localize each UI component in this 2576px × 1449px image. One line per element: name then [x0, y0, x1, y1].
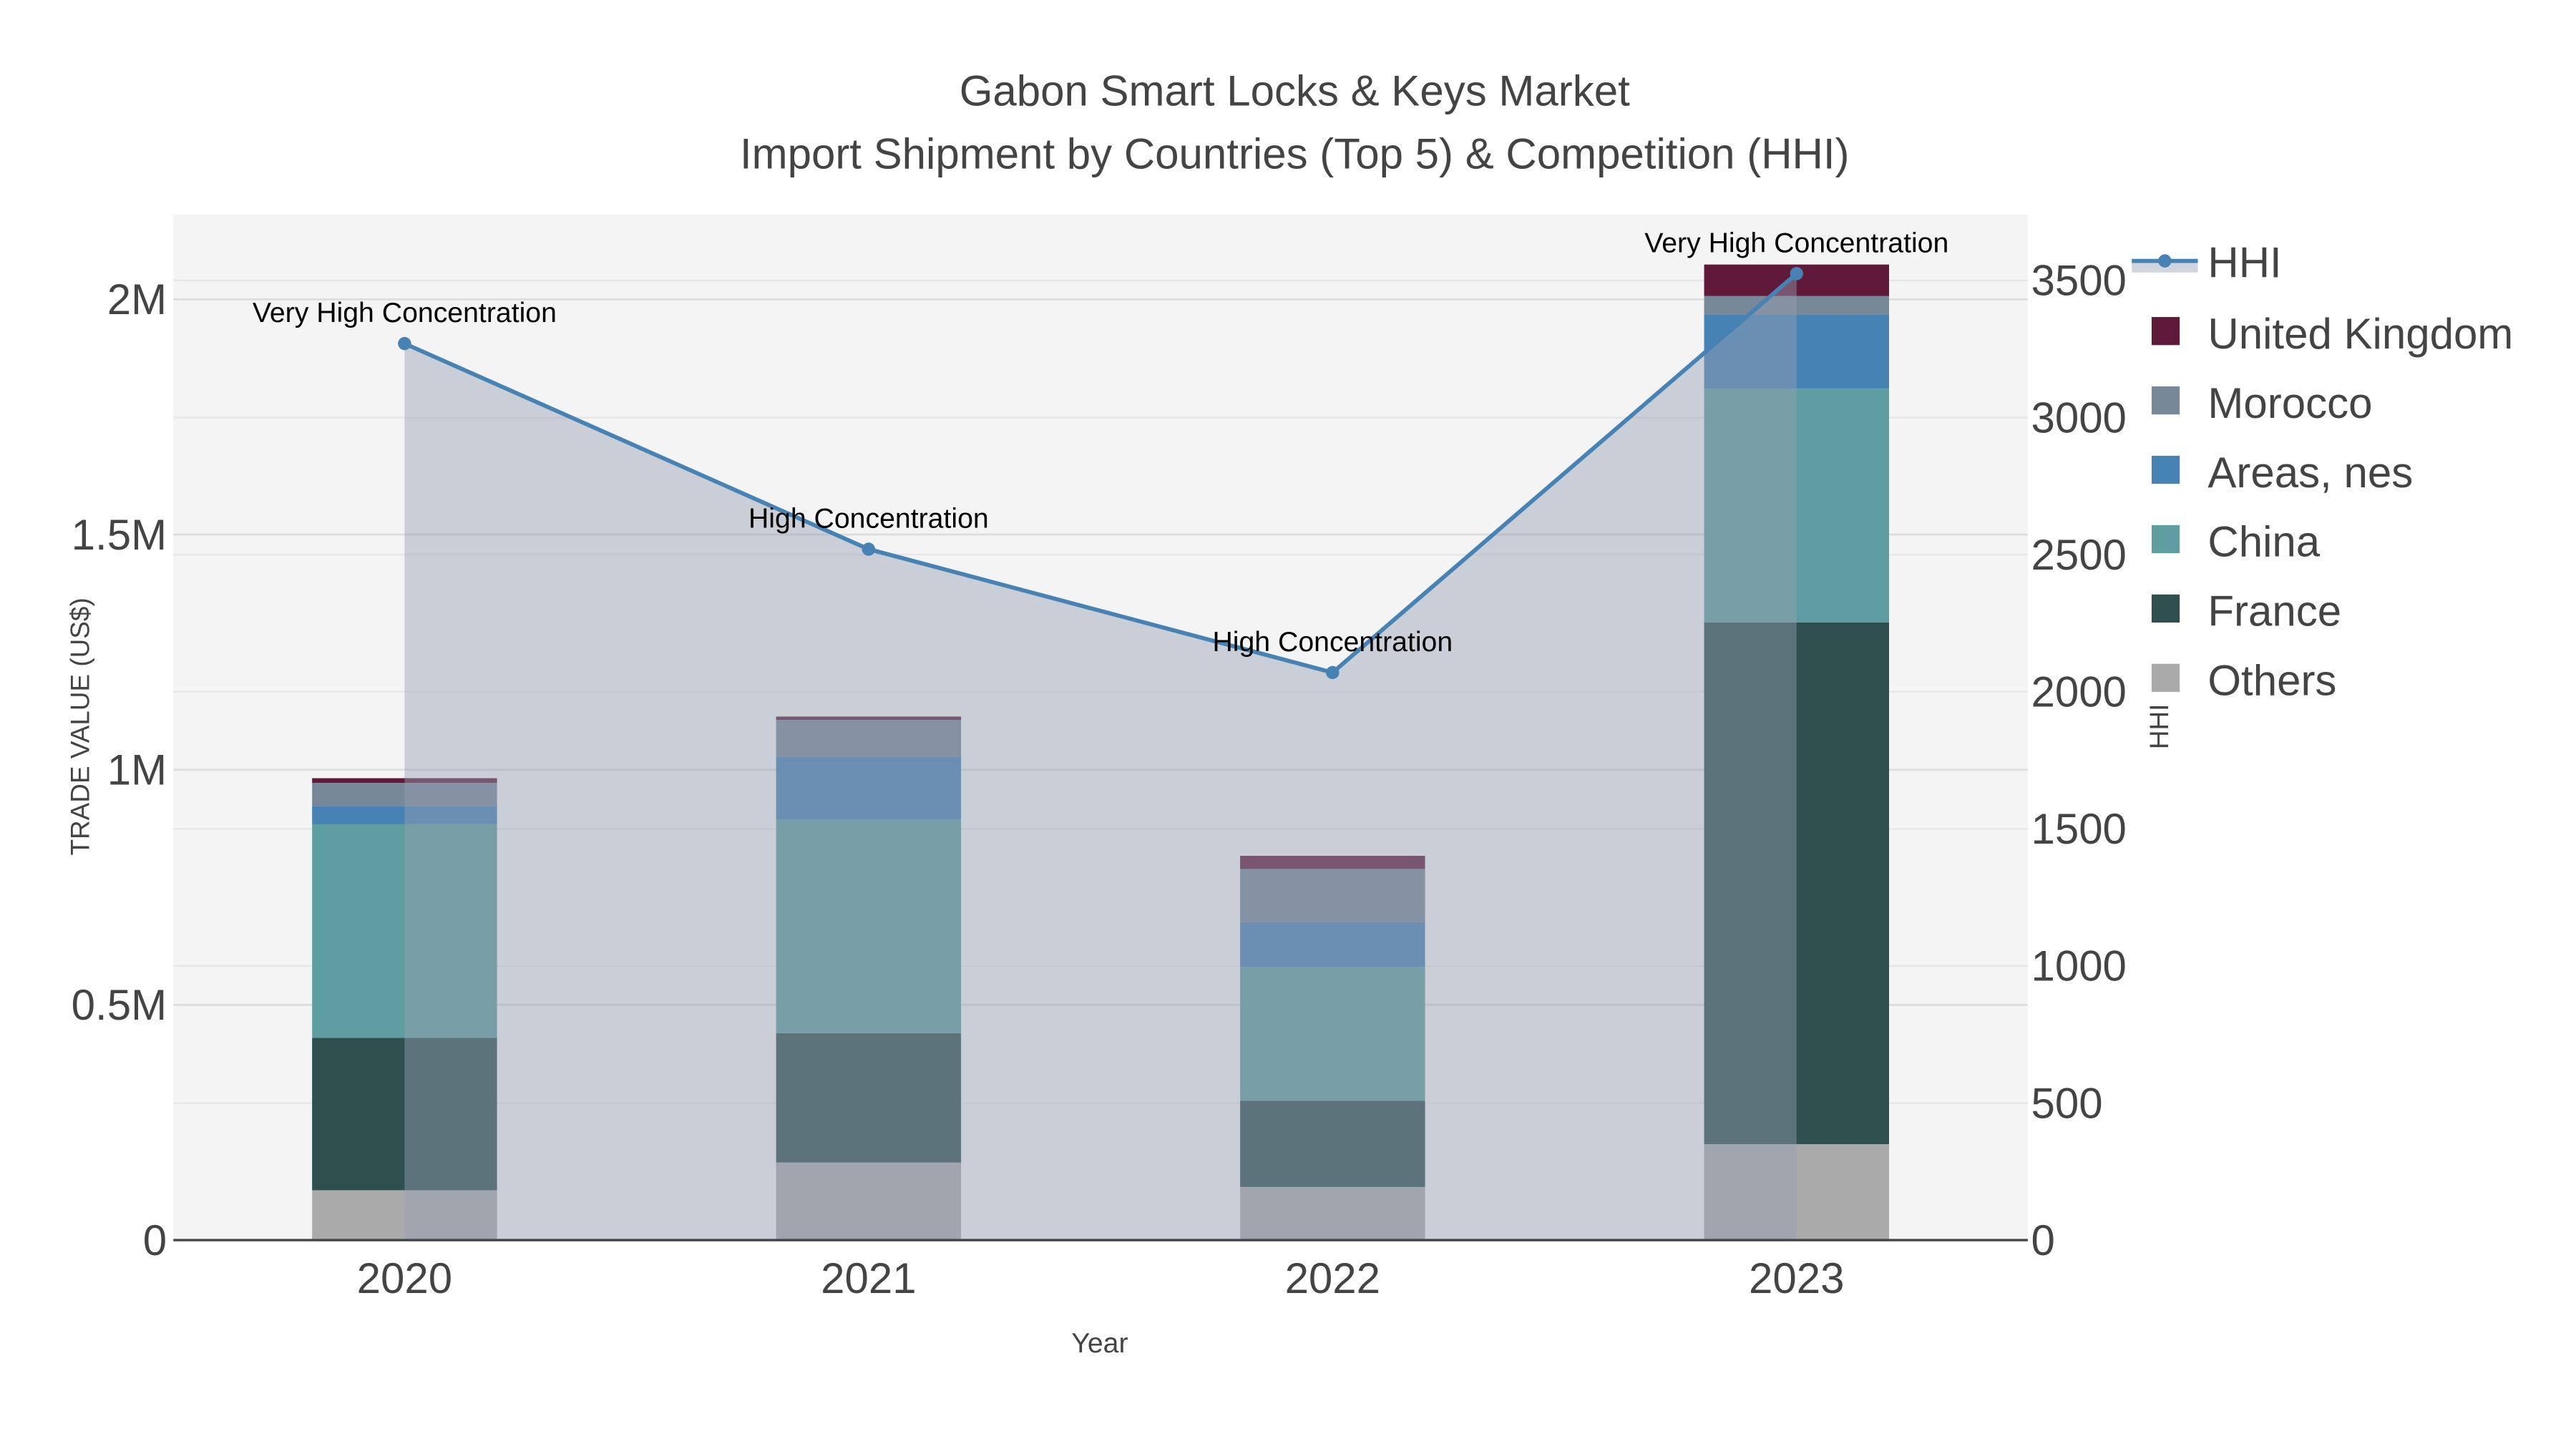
y-tick-label: 0.5M — [72, 981, 167, 1029]
legend-hhi-marker — [2158, 254, 2172, 268]
legend-swatch — [2151, 594, 2180, 623]
hhi-point — [1326, 665, 1340, 680]
x-tick-label: 2022 — [1285, 1254, 1380, 1302]
x-axis-label: Year — [1071, 1327, 1128, 1359]
y2-tick-label: 500 — [2031, 1079, 2102, 1127]
chart-subtitle: Import Shipment by Countries (Top 5) & C… — [740, 130, 1850, 177]
y2-axis-label: HHI — [2145, 704, 2174, 750]
y2-tick-label: 1000 — [2031, 942, 2126, 990]
hhi-point — [862, 542, 876, 556]
x-tick-label: 2023 — [1749, 1254, 1844, 1302]
legend-swatch — [2151, 317, 2180, 346]
legend-swatch — [2151, 386, 2180, 415]
y-tick-label: 2M — [107, 275, 167, 323]
y2-tick-label: 2000 — [2031, 668, 2126, 716]
legend-item[interactable]: Areas, nes — [2207, 449, 2413, 497]
x-tick-label: 2020 — [357, 1254, 452, 1302]
hhi-annotation: High Concentration — [748, 502, 989, 534]
legend-item[interactable]: China — [2207, 518, 2320, 566]
legend-item[interactable]: United Kingdom — [2207, 310, 2513, 358]
hhi-annotation: Very High Concentration — [253, 297, 557, 328]
y-tick-label: 1M — [107, 746, 167, 794]
y-axis-label: TRADE VALUE (US$) — [66, 597, 95, 855]
legend-item-hhi[interactable]: HHI — [2207, 239, 2281, 287]
hhi-point — [1790, 267, 1803, 280]
hhi-annotation: High Concentration — [1212, 626, 1453, 658]
legend-item[interactable]: Others — [2207, 657, 2336, 705]
legend-item[interactable]: Morocco — [2207, 379, 2372, 427]
y2-tick-label: 0 — [2031, 1216, 2054, 1264]
y2-tick-label: 3500 — [2031, 257, 2126, 305]
y-tick-label: 0 — [143, 1216, 167, 1264]
y2-tick-label: 1500 — [2031, 805, 2126, 853]
legend-item[interactable]: France — [2207, 587, 2341, 635]
hhi-annotation: Very High Concentration — [1644, 227, 1948, 258]
legend-swatch — [2151, 663, 2180, 692]
chart-title: Gabon Smart Locks & Keys Market — [960, 67, 1630, 115]
y2-tick-label: 3000 — [2031, 394, 2126, 441]
y-tick-label: 1.5M — [72, 511, 167, 559]
hhi-point — [398, 336, 411, 351]
chart: Gabon Smart Locks & Keys Market Import S… — [66, 67, 2514, 1359]
y2-tick-label: 2500 — [2031, 531, 2126, 579]
x-tick-label: 2021 — [821, 1254, 916, 1302]
legend-swatch — [2151, 455, 2180, 484]
legend-swatch — [2151, 525, 2180, 554]
